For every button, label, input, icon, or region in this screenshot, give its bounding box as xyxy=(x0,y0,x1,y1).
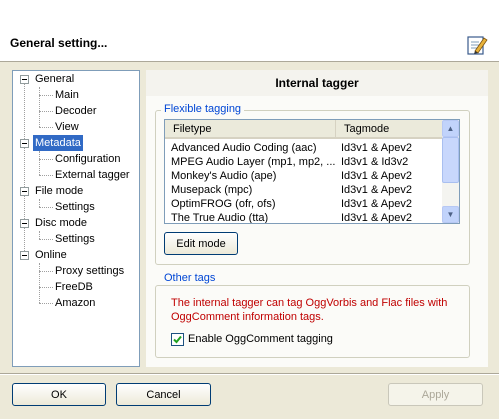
tree-item-disc-mode-settings[interactable]: Settings xyxy=(53,231,97,247)
tree-item-amazon[interactable]: Amazon xyxy=(53,295,97,311)
tagmode-cell: Id3v1 & Id3v2 xyxy=(341,156,409,168)
column-header-filetype[interactable]: Filetype xyxy=(165,120,335,139)
dialog-header xyxy=(0,0,499,62)
cancel-button[interactable]: Cancel xyxy=(116,383,211,406)
edit-settings-icon xyxy=(466,34,488,56)
oggcomment-checkbox[interactable] xyxy=(171,333,184,346)
tree-item-main[interactable]: Main xyxy=(53,87,81,103)
filetype-cell: Musepack (mpc) xyxy=(171,184,253,196)
oggcomment-checkbox-label[interactable]: Enable OggComment tagging xyxy=(188,333,333,345)
filetype-cell: The True Audio (tta) xyxy=(171,212,269,224)
ok-button[interactable]: OK xyxy=(12,383,106,406)
scroll-thumb[interactable] xyxy=(442,137,459,183)
tree-item-online[interactable]: Online xyxy=(33,247,69,263)
filetype-list[interactable]: Filetype Tagmode Advanced Audio Coding (… xyxy=(164,119,460,224)
tree-item-freedb[interactable]: FreeDB xyxy=(53,279,95,295)
filetype-cell: Monkey's Audio (ape) xyxy=(171,170,277,182)
tree-item-general[interactable]: General xyxy=(33,71,76,87)
checkmark-icon xyxy=(173,335,182,344)
tree-item-disc-mode[interactable]: Disc mode xyxy=(33,215,89,231)
settings-tree[interactable]: General Main Decoder View Metadata Confi… xyxy=(12,70,140,367)
filetype-cell: MPEG Audio Layer (mp1, mp2, ... xyxy=(171,156,335,168)
tree-expander-online[interactable] xyxy=(20,251,29,260)
tree-item-external-tagger[interactable]: External tagger xyxy=(53,167,132,183)
tree-item-metadata[interactable]: Metadata xyxy=(33,135,83,151)
tree-item-proxy-settings[interactable]: Proxy settings xyxy=(53,263,126,279)
other-tags-legend: Other tags xyxy=(161,272,219,284)
scroll-up-icon[interactable]: ▲ xyxy=(442,120,459,137)
tagmode-cell: Id3v1 & Apev2 xyxy=(341,184,412,196)
tree-expander-file-mode[interactable] xyxy=(20,187,29,196)
tagmode-cell: Id3v1 & Apev2 xyxy=(341,170,412,182)
tagmode-cell: Id3v1 & Apev2 xyxy=(341,212,412,224)
tree-expander-disc-mode[interactable] xyxy=(20,219,29,228)
tree-expander-general[interactable] xyxy=(20,75,29,84)
tagmode-cell: Id3v1 & Apev2 xyxy=(341,142,412,154)
tree-item-view[interactable]: View xyxy=(53,119,81,135)
tree-expander-metadata[interactable] xyxy=(20,139,29,148)
tree-item-file-mode[interactable]: File mode xyxy=(33,183,85,199)
filetype-cell: OptimFROG (ofr, ofs) xyxy=(171,198,276,210)
tagmode-cell: Id3v1 & Apev2 xyxy=(341,198,412,210)
tree-item-configuration[interactable]: Configuration xyxy=(53,151,122,167)
dialog-title: General setting... xyxy=(10,36,108,50)
tree-item-file-mode-settings[interactable]: Settings xyxy=(53,199,97,215)
oggcomment-note: The internal tagger can tag OggVorbis an… xyxy=(171,297,448,323)
footer-divider xyxy=(0,373,499,375)
tree-item-decoder[interactable]: Decoder xyxy=(53,103,99,119)
panel-title: Internal tagger xyxy=(146,70,488,96)
filetype-cell: Advanced Audio Coding (aac) xyxy=(171,142,317,154)
scroll-down-icon[interactable]: ▼ xyxy=(442,206,459,223)
edit-mode-button[interactable]: Edit mode xyxy=(164,232,238,255)
column-header-tagmode[interactable]: Tagmode xyxy=(335,120,443,139)
list-scrollbar[interactable]: ▲ ▼ xyxy=(442,120,459,223)
apply-button[interactable]: Apply xyxy=(388,383,483,406)
flexible-tagging-legend: Flexible tagging xyxy=(161,103,245,115)
